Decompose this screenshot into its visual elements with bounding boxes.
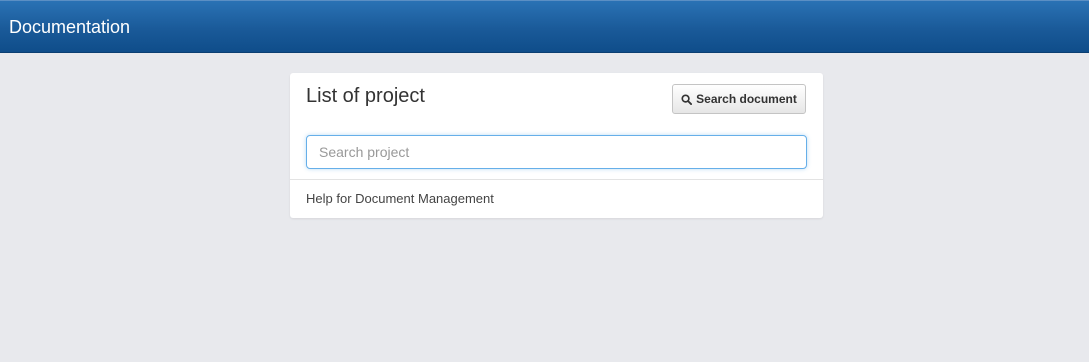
search-document-button[interactable]: Search document (672, 84, 806, 114)
project-list-item[interactable]: Help for Document Management (306, 191, 494, 207)
project-list-panel: List of project Search document Help for… (290, 73, 823, 218)
search-document-label: Search document (696, 92, 797, 106)
app-title[interactable]: Documentation (9, 16, 130, 38)
top-navbar: Documentation (0, 0, 1089, 53)
search-project-input[interactable] (306, 135, 807, 169)
divider (290, 179, 823, 180)
panel-title: List of project (306, 85, 425, 107)
search-icon (681, 93, 693, 105)
